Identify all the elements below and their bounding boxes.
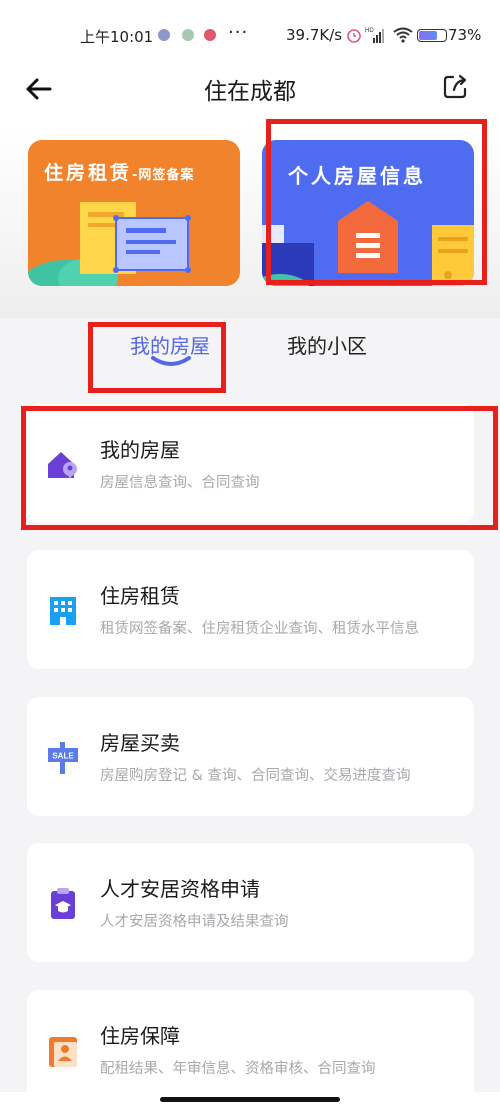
more-notifications-icon: ··· bbox=[228, 22, 249, 43]
svg-text:HD: HD bbox=[365, 28, 374, 34]
rental-banner[interactable]: 住房租赁-网签备案 bbox=[28, 140, 240, 286]
svg-text:SALE: SALE bbox=[52, 752, 74, 761]
contract-document-illustration bbox=[28, 202, 191, 286]
tab-my-community[interactable]: 我的小区 bbox=[287, 330, 367, 359]
notification-icon bbox=[182, 29, 194, 41]
card-title: 住房租赁 bbox=[100, 584, 180, 608]
battery-icon bbox=[417, 29, 447, 42]
service-card-talent-housing[interactable]: 人才安居资格申请 人才安居资格申请及结果查询 bbox=[27, 843, 474, 962]
status-time: 上午10:01 bbox=[80, 28, 154, 46]
alarm-icon bbox=[347, 29, 361, 43]
app-header: 住在成都 bbox=[0, 58, 500, 126]
card-subtitle: 房屋购房登记 & 查询、合同查询、交易进度查询 bbox=[100, 768, 411, 784]
card-subtitle: 配租结果、年审信息、资格审核、合同查询 bbox=[100, 1061, 376, 1077]
building-icon bbox=[50, 597, 76, 625]
network-speed: 39.7K/s bbox=[286, 26, 343, 44]
card-title: 人才安居资格申请 bbox=[100, 877, 260, 901]
signal-icon: HD bbox=[365, 28, 384, 43]
sale-sign-icon: SALE bbox=[48, 742, 78, 774]
notification-icon bbox=[158, 29, 170, 41]
card-title: 房屋买卖 bbox=[100, 731, 180, 755]
highlight-box bbox=[266, 119, 487, 285]
rental-banner-title: 住房租赁-网签备案 bbox=[44, 162, 195, 184]
share-icon[interactable] bbox=[440, 72, 470, 102]
battery-percent: 73% bbox=[448, 26, 482, 44]
clipboard-graduate-icon bbox=[51, 888, 75, 919]
highlight-box bbox=[88, 322, 226, 393]
wifi-icon bbox=[393, 27, 413, 43]
service-card-housing-security[interactable]: 住房保障 配租结果、年审信息、资格审核、合同查询 bbox=[27, 990, 474, 1100]
housing-security-icon bbox=[49, 1037, 77, 1067]
service-card-house-trading[interactable]: SALE 房屋买卖 房屋购房登记 & 查询、合同查询、交易进度查询 bbox=[27, 697, 474, 816]
card-subtitle: 人才安居资格申请及结果查询 bbox=[100, 914, 289, 930]
card-title: 住房保障 bbox=[100, 1024, 180, 1048]
highlight-box bbox=[21, 406, 498, 530]
service-card-housing-rental[interactable]: 住房租赁 租赁网签备案、住房租赁企业查询、租赁水平信息 bbox=[27, 550, 474, 669]
page-title: 住在成都 bbox=[204, 79, 296, 105]
home-indicator[interactable] bbox=[160, 1097, 340, 1102]
card-subtitle: 租赁网签备案、住房租赁企业查询、租赁水平信息 bbox=[100, 621, 419, 637]
notification-icon bbox=[204, 29, 216, 41]
